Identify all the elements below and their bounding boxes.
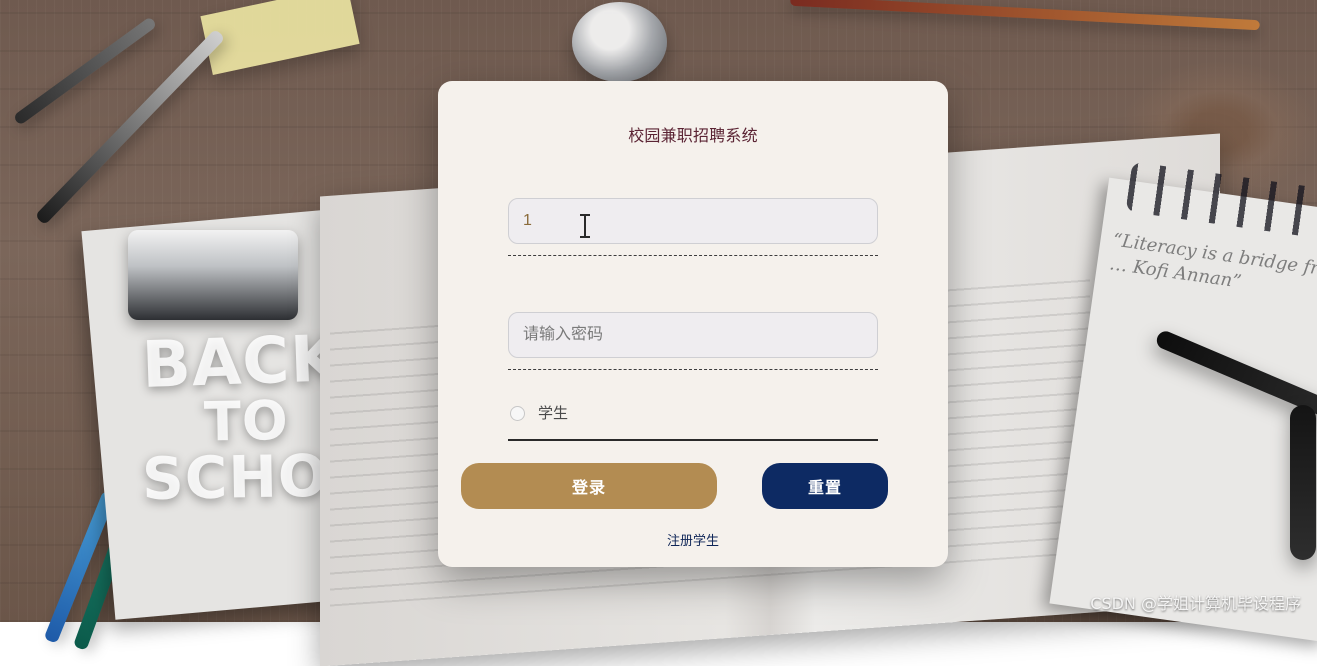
reset-button[interactable]: 重置 — [762, 463, 888, 509]
marker-decor — [1290, 405, 1316, 560]
username-input[interactable] — [508, 198, 878, 244]
binder-clip-decor — [128, 230, 298, 320]
sharpener-decor — [572, 2, 667, 82]
register-student-link[interactable]: 注册学生 — [438, 530, 948, 549]
radio-unchecked-icon[interactable] — [510, 406, 525, 421]
role-label-student[interactable]: 学生 — [538, 403, 568, 423]
password-input[interactable] — [508, 312, 878, 358]
system-title: 校园兼职招聘系统 — [628, 126, 758, 145]
text-cursor-bar — [584, 215, 586, 237]
role-selector: 学生 — [508, 403, 878, 441]
login-card: 校园兼职招聘系统 学生 登录 重置 注册学生 — [438, 81, 948, 567]
username-divider — [508, 255, 878, 256]
text-cursor-cap-bottom — [580, 236, 590, 238]
login-button[interactable]: 登录 — [461, 463, 717, 509]
text-cursor-icon — [579, 213, 591, 239]
watermark-text: CSDN @学姐计算机毕设程序 — [1090, 594, 1301, 613]
password-divider — [508, 369, 878, 370]
